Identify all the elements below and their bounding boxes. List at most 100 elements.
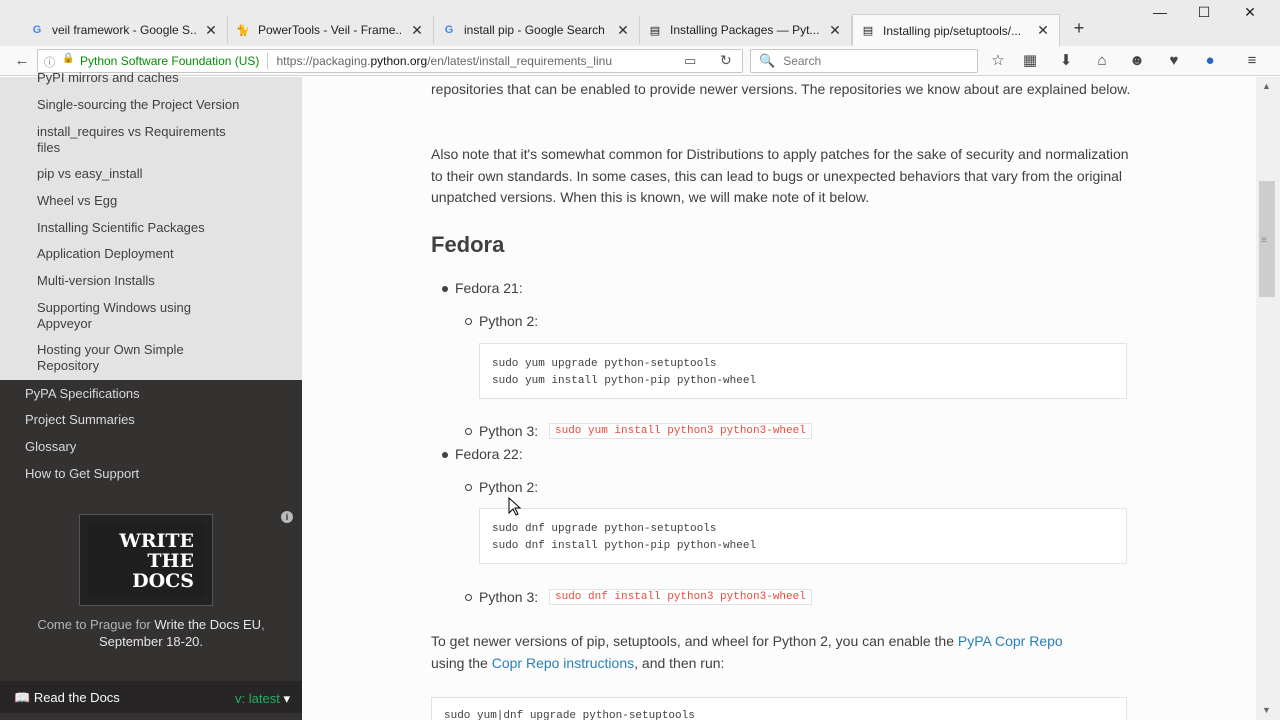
google-icon: G xyxy=(32,24,42,36)
tab-installing-packages[interactable]: ▤ Installing Packages — Pyt... ✕ xyxy=(640,16,852,44)
close-tab-icon[interactable]: ✕ xyxy=(827,22,843,39)
ad-text-post: , xyxy=(261,617,265,632)
reload-icon[interactable]: ↻ xyxy=(720,52,732,69)
scroll-down-icon[interactable]: ▼ xyxy=(1262,705,1271,715)
sidebar-item-get-support[interactable]: How to Get Support xyxy=(25,466,139,481)
sidebar-item-scientific-packages[interactable]: Installing Scientific Packages xyxy=(37,220,257,236)
sidebar-item-single-sourcing[interactable]: Single-sourcing the Project Version xyxy=(37,97,257,113)
site-identity[interactable]: Python Software Foundation (US) xyxy=(80,54,259,68)
logo-line: WRITE xyxy=(119,530,194,552)
close-tab-icon[interactable]: ✕ xyxy=(203,22,219,39)
back-icon[interactable]: ← xyxy=(12,51,32,71)
rtd-label: Read the Docs xyxy=(33,690,120,705)
chat-icon[interactable]: ☻ xyxy=(1127,51,1147,71)
fedora22-python2-code[interactable]: sudo dnf upgrade python-setuptools sudo … xyxy=(479,508,1127,564)
tab-installing-pip-setuptools[interactable]: ▤ Installing pip/setuptools/... ✕ xyxy=(852,14,1060,46)
vertical-scrollbar[interactable]: ▲ ≡ ▼ xyxy=(1256,77,1280,720)
sidebar-item-pypa-specifications[interactable]: PyPA Specifications xyxy=(25,386,140,401)
sidebar-item-install-requires[interactable]: install_requires vs Requirements files xyxy=(37,124,252,156)
ad-info-icon[interactable]: i xyxy=(281,511,293,523)
menu-icon[interactable]: ≡ xyxy=(1242,51,1262,71)
tab-veil-framework[interactable]: G veil framework - Google S... ✕ xyxy=(22,16,228,44)
ad-text-strong: Write the Docs EU xyxy=(154,617,262,632)
mouse-cursor-icon xyxy=(508,497,522,516)
close-tab-icon[interactable]: ✕ xyxy=(409,22,425,39)
book-icon: 📖 xyxy=(14,690,31,705)
tab-label: install pip - Google Search xyxy=(464,23,605,37)
pypa-copr-repo-link[interactable]: PyPA Copr Repo xyxy=(958,633,1063,649)
google-icon: G xyxy=(444,24,454,36)
sidebar-item-wheel-vs-egg[interactable]: Wheel vs Egg xyxy=(37,193,257,209)
heading-fedora: Fedora xyxy=(431,232,505,257)
scroll-up-icon[interactable]: ▲ xyxy=(1262,81,1271,91)
ad-text-pre: Come to Prague for xyxy=(37,617,155,632)
lock-icon: 🔒 xyxy=(62,53,75,64)
tab-powertools[interactable]: 🐈 PowerTools - Veil - Frame... ✕ xyxy=(228,16,434,44)
document-icon: ▤ xyxy=(649,24,661,37)
fedora21-label: Fedora 21: xyxy=(455,280,523,296)
tab-install-pip[interactable]: G install pip - Google Search ✕ xyxy=(434,16,640,44)
url-domain: python.org xyxy=(370,54,428,68)
close-window-icon[interactable]: ✕ xyxy=(1240,4,1260,24)
paragraph-copr: To get newer versions of pip, setuptools… xyxy=(431,631,1131,674)
close-tab-icon[interactable]: ✕ xyxy=(615,22,631,39)
sidebar-item-application-deployment[interactable]: Application Deployment xyxy=(37,246,257,262)
sidebar-item-appveyor[interactable]: Supporting Windows using Appveyor xyxy=(37,300,217,332)
fedora21-python2-code[interactable]: sudo yum upgrade python-setuptools sudo … xyxy=(479,343,1127,399)
ad-caption[interactable]: Come to Prague for Write the Docs EU, Se… xyxy=(20,616,282,650)
download-icon[interactable]: ⬇ xyxy=(1056,51,1076,71)
sidebar-item-simple-repository[interactable]: Hosting your Own Simple Repository xyxy=(37,342,217,374)
docs-sidebar: PyPI mirrors and caches Single-sourcing … xyxy=(0,70,302,720)
bookmark-star-icon[interactable]: ☆ xyxy=(988,51,1008,71)
pocket-icon[interactable]: ♥ xyxy=(1164,51,1184,71)
extension-icon[interactable]: ● xyxy=(1200,51,1220,71)
search-input[interactable]: 🔍 Search xyxy=(750,49,978,73)
copr-upgrade-code[interactable]: sudo yum|dnf upgrade python-setuptools xyxy=(431,697,1127,720)
document-icon: ▤ xyxy=(862,25,874,37)
sidebar-item-project-summaries[interactable]: Project Summaries xyxy=(25,412,135,427)
fedora21-python3-code[interactable]: sudo yum install python3 python3-wheel xyxy=(549,423,812,439)
bullet-disc xyxy=(442,452,448,458)
info-icon[interactable]: ⓘ xyxy=(44,54,55,70)
fedora22-python2-label: Python 2: xyxy=(479,479,539,495)
bullet-circle xyxy=(465,594,472,601)
main-content: repositories that can be enabled to prov… xyxy=(302,77,1256,720)
sidebar-item-pypi-mirrors[interactable]: PyPI mirrors and caches xyxy=(37,70,257,86)
sidebar-item-glossary[interactable]: Glossary xyxy=(25,439,76,454)
ad-text-date: September 18-20. xyxy=(98,634,204,649)
sidebar-item-multi-version[interactable]: Multi-version Installs xyxy=(37,273,257,289)
maximize-icon[interactable]: ☐ xyxy=(1194,4,1214,24)
url-separator xyxy=(267,53,269,69)
copr-text-a: To get newer versions of pip, setuptools… xyxy=(431,633,958,649)
tab-strip: G veil framework - Google S... ✕ 🐈 Power… xyxy=(0,0,1280,46)
logo-line: DOCS xyxy=(132,570,194,592)
url-path: /en/latest/install_requirements_linu xyxy=(427,54,612,68)
minimize-icon[interactable]: — xyxy=(1150,4,1170,24)
copr-text-b: using the xyxy=(431,654,492,671)
sidebar-item-pip-vs-easy-install[interactable]: pip vs easy_install xyxy=(37,166,257,182)
version-label[interactable]: v: latest xyxy=(235,691,280,706)
tab-label: Installing Packages — Pyt... xyxy=(670,23,820,37)
search-placeholder: Search xyxy=(783,54,822,68)
bullet-circle xyxy=(465,484,472,491)
search-icon: 🔍 xyxy=(759,53,776,68)
reader-view-icon[interactable]: ▭ xyxy=(684,53,696,69)
fedora21-python3-label: Python 3: xyxy=(479,423,539,439)
reading-list-icon[interactable]: ▦ xyxy=(1020,51,1040,71)
url-text[interactable]: https://packaging.python.org/en/latest/i… xyxy=(276,54,672,68)
read-the-docs-bar[interactable]: 📖 Read the Docs v: latest ▾ xyxy=(0,681,302,713)
fedora22-label: Fedora 22: xyxy=(455,446,523,462)
new-tab-icon[interactable]: + xyxy=(1070,18,1088,39)
close-tab-icon[interactable]: ✕ xyxy=(1035,22,1051,39)
home-icon[interactable]: ⌂ xyxy=(1092,51,1112,71)
bullet-circle xyxy=(465,318,472,325)
bullet-disc xyxy=(442,286,448,292)
github-icon: 🐈 xyxy=(236,24,250,37)
fedora22-python3-label: Python 3: xyxy=(479,589,539,605)
write-the-docs-ad[interactable]: WRITE THE DOCS xyxy=(79,514,213,606)
sidebar-subsection: PyPI mirrors and caches Single-sourcing … xyxy=(0,70,302,380)
logo-line: THE xyxy=(147,550,194,572)
fedora22-python3-code[interactable]: sudo dnf install python3 python3-wheel xyxy=(549,589,812,605)
copr-instructions-link[interactable]: Copr Repo instructions xyxy=(492,655,634,671)
copr-text-c: , and then run: xyxy=(634,654,725,671)
